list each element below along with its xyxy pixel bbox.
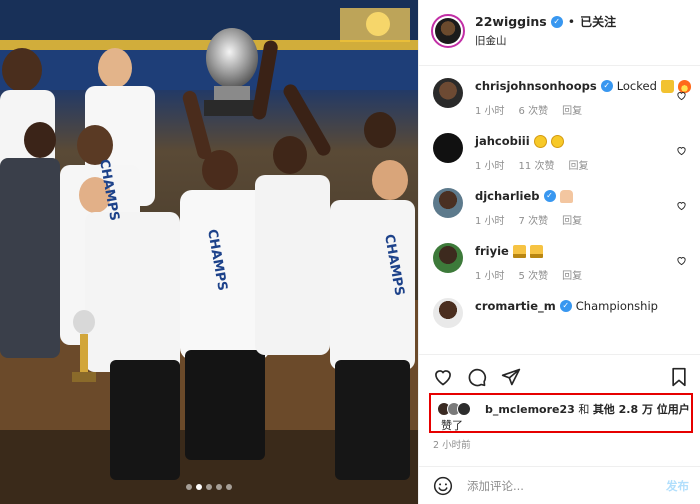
commenter-username[interactable]: djcharlieb xyxy=(475,189,540,203)
likes-suffix: 赞了 xyxy=(441,419,463,432)
commenter-avatar[interactable] xyxy=(433,78,463,108)
heart-icon[interactable] xyxy=(676,255,687,266)
carousel-dot-active[interactable] xyxy=(196,484,202,490)
post-action-bar xyxy=(419,354,700,398)
post-location[interactable]: 旧金山 xyxy=(475,33,507,48)
verified-icon: ✓ xyxy=(559,300,572,312)
emoji-icon[interactable] xyxy=(433,476,453,496)
comment-item: djcharlieb ✓ 1 小时 7 次赞 回复 xyxy=(419,176,700,236)
commenter-username[interactable]: jahcobiii xyxy=(475,134,530,148)
lock-emoji-icon xyxy=(660,79,674,93)
comment-item: cromartie_m ✓ Championship xyxy=(419,286,700,346)
comment-meta: 1 小时 7 次赞 回复 xyxy=(475,212,582,227)
comment-meta: 1 小时 6 次赞 回复 xyxy=(475,102,582,117)
comment-likes[interactable]: 11 次赞 xyxy=(519,157,555,172)
comment-time: 1 小时 xyxy=(475,106,505,117)
comment-item: jahcobiii 1 小时 11 次赞 回复 xyxy=(419,121,700,181)
raised-hands-emoji-icon xyxy=(559,189,573,203)
commenter-avatar[interactable] xyxy=(433,298,463,328)
liker-username[interactable]: b_mclemore23 xyxy=(485,403,575,416)
comment-likes[interactable]: 6 次赞 xyxy=(519,102,549,117)
following-button[interactable]: 已关注 xyxy=(580,13,616,30)
comment-line: jahcobiii xyxy=(475,134,564,148)
trophy-emoji-icon xyxy=(512,244,526,258)
author-avatar[interactable] xyxy=(431,14,465,48)
carousel-dot[interactable] xyxy=(216,484,222,490)
carousel-dots xyxy=(0,484,418,490)
heart-icon[interactable] xyxy=(433,367,453,387)
verified-icon: ✓ xyxy=(550,15,563,28)
comment-line: cromartie_m ✓ Championship xyxy=(475,299,658,313)
add-comment-bar: 添加评论... 发布 xyxy=(419,466,700,504)
reply-button[interactable]: 回复 xyxy=(562,212,582,227)
comment-likes[interactable]: 5 次赞 xyxy=(519,267,549,282)
comment-meta: 1 小时 5 次赞 回复 xyxy=(475,267,582,282)
likes-text: b_mclemore23 和 其他 2.8 万 位用户 xyxy=(485,401,690,417)
carousel-dot[interactable] xyxy=(206,484,212,490)
bookmark-icon[interactable] xyxy=(669,367,689,387)
comment-line: chrisjohnsonhoops ✓ Locked xyxy=(475,79,691,93)
carousel-dot[interactable] xyxy=(226,484,232,490)
commenter-avatar[interactable] xyxy=(433,188,463,218)
heart-icon[interactable] xyxy=(676,200,687,211)
comment-meta: 1 小时 11 次赞 回复 xyxy=(475,157,588,172)
verified-icon: ✓ xyxy=(600,80,613,92)
liker-avatars xyxy=(437,402,481,416)
grin-emoji-icon xyxy=(550,134,564,148)
post-timestamp[interactable]: 2 小时前 xyxy=(433,437,471,451)
celebration-photo: CHAMPS CHAMPS CHAMPS xyxy=(0,0,418,504)
trophy-emoji-icon xyxy=(529,244,543,258)
comment-item: chrisjohnsonhoops ✓ Locked 1 小时 6 次赞 回复 xyxy=(419,66,700,126)
comment-time: 1 小时 xyxy=(475,271,505,282)
comment-line: friyie xyxy=(475,244,543,258)
comment-time: 1 小时 xyxy=(475,216,505,227)
author-row: 22wiggins ✓ • 已关注 xyxy=(475,13,616,30)
separator: • xyxy=(567,14,576,29)
likes-others[interactable]: 其他 2.8 万 位用户 xyxy=(593,403,690,416)
commenter-username[interactable]: chrisjohnsonhoops xyxy=(475,79,597,93)
carousel-dot[interactable] xyxy=(186,484,192,490)
commenter-username[interactable]: cromartie_m xyxy=(475,299,556,313)
reply-button[interactable]: 回复 xyxy=(568,157,588,172)
comment-time: 1 小时 xyxy=(475,161,505,172)
post-header: 22wiggins ✓ • 已关注 旧金山 xyxy=(419,0,700,66)
share-icon[interactable] xyxy=(501,367,521,387)
comment-icon[interactable] xyxy=(467,367,487,387)
comment-likes[interactable]: 7 次赞 xyxy=(519,212,549,227)
post-side-panel: 22wiggins ✓ • 已关注 旧金山 chrisjohnsonhoops … xyxy=(418,0,700,504)
verified-icon: ✓ xyxy=(543,190,556,202)
heart-icon[interactable] xyxy=(676,145,687,156)
post-comment-button[interactable]: 发布 xyxy=(666,478,689,494)
grin-emoji-icon xyxy=(533,134,547,148)
comment-list[interactable]: chrisjohnsonhoops ✓ Locked 1 小时 6 次赞 回复 … xyxy=(419,66,700,354)
liker-avatar xyxy=(457,402,471,416)
likes-summary[interactable]: b_mclemore23 和 其他 2.8 万 位用户 赞了 xyxy=(429,393,693,433)
comment-line: djcharlieb ✓ xyxy=(475,189,573,203)
reply-button[interactable]: 回复 xyxy=(562,102,582,117)
comment-input[interactable]: 添加评论... xyxy=(467,478,524,494)
post-photo[interactable]: CHAMPS CHAMPS CHAMPS xyxy=(0,0,418,504)
comment-text: Championship xyxy=(575,299,658,313)
comment-text: Locked xyxy=(616,79,657,93)
author-username[interactable]: 22wiggins xyxy=(475,14,547,29)
heart-icon[interactable] xyxy=(676,90,687,101)
commenter-avatar[interactable] xyxy=(433,133,463,163)
comment-item: friyie 1 小时 5 次赞 回复 xyxy=(419,231,700,291)
commenter-avatar[interactable] xyxy=(433,243,463,273)
commenter-username[interactable]: friyie xyxy=(475,244,509,258)
reply-button[interactable]: 回复 xyxy=(562,267,582,282)
likes-connector: 和 xyxy=(578,403,590,416)
